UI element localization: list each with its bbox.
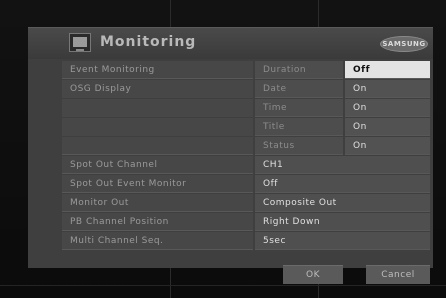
duration-label: Duration	[255, 61, 343, 79]
row-spot-out-channel: Spot Out Channel CH1	[62, 156, 430, 174]
event-monitoring-label: Event Monitoring	[62, 61, 253, 79]
monitor-icon	[69, 33, 91, 52]
spot-out-channel-value[interactable]: CH1	[255, 156, 430, 174]
camera-grid-line	[0, 285, 446, 286]
time-label: Time	[255, 99, 343, 117]
osg-display-label: OSG Display	[62, 80, 253, 98]
osg-display-label-continued	[62, 137, 253, 155]
status-value[interactable]: On	[345, 137, 430, 155]
monitor-out-value[interactable]: Composite Out	[255, 194, 430, 212]
menu-titlebar: Monitoring SAMSUNG	[28, 27, 433, 60]
ok-button[interactable]: OK	[283, 265, 343, 284]
settings-panel: Event Monitoring Duration Off OSG Displa…	[28, 59, 433, 284]
osg-display-label-continued	[62, 118, 253, 136]
time-value[interactable]: On	[345, 99, 430, 117]
monitor-screen: Monitoring SAMSUNG Event Monitoring Dura…	[0, 0, 446, 298]
row-spot-out-event-monitor: Spot Out Event Monitor Off	[62, 175, 430, 193]
pb-channel-position-label: PB Channel Position	[62, 213, 253, 231]
status-label: Status	[255, 137, 343, 155]
multi-channel-seq-value[interactable]: 5sec	[255, 232, 430, 250]
row-osg-title: Title On	[62, 118, 430, 136]
spot-out-event-monitor-label: Spot Out Event Monitor	[62, 175, 253, 193]
multi-channel-seq-label: Multi Channel Seq.	[62, 232, 253, 250]
row-multi-channel-seq: Multi Channel Seq. 5sec	[62, 232, 430, 250]
cancel-button[interactable]: Cancel	[366, 265, 430, 284]
row-event-monitoring: Event Monitoring Duration Off	[62, 61, 430, 79]
menu-title: Monitoring	[100, 34, 197, 50]
pb-channel-position-value[interactable]: Right Down	[255, 213, 430, 231]
spot-out-event-monitor-value[interactable]: Off	[255, 175, 430, 193]
osg-display-label-continued	[62, 99, 253, 117]
row-osg-time: Time On	[62, 99, 430, 117]
date-value[interactable]: On	[345, 80, 430, 98]
row-osg-date: OSG Display Date On	[62, 80, 430, 98]
title-label: Title	[255, 118, 343, 136]
row-pb-channel-position: PB Channel Position Right Down	[62, 213, 430, 231]
row-osg-status: Status On	[62, 137, 430, 155]
samsung-logo: SAMSUNG	[380, 36, 428, 52]
spot-out-channel-label: Spot Out Channel	[62, 156, 253, 174]
row-monitor-out: Monitor Out Composite Out	[62, 194, 430, 212]
date-label: Date	[255, 80, 343, 98]
monitor-out-label: Monitor Out	[62, 194, 253, 212]
title-value[interactable]: On	[345, 118, 430, 136]
duration-value[interactable]: Off	[345, 61, 430, 79]
